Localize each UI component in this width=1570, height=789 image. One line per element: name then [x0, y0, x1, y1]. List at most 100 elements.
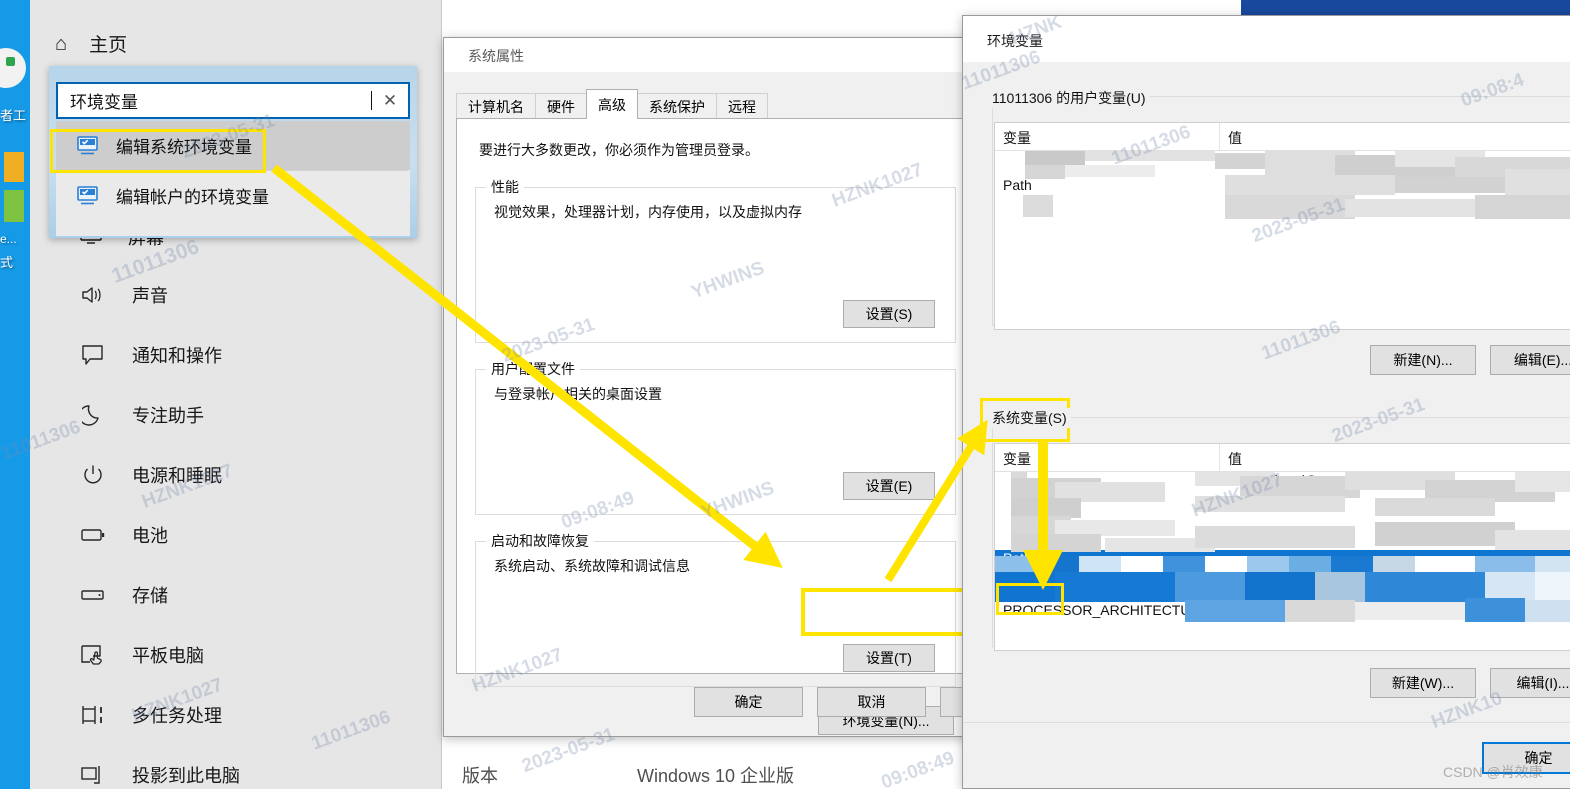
dialog-titlebar[interactable]: 环境变量	[963, 16, 1570, 62]
cell-value	[1220, 498, 1570, 524]
close-icon[interactable]: ✕	[372, 91, 408, 111]
tab-advanced[interactable]: 高级	[586, 89, 638, 119]
user-variables-legend: 11011306 的用户变量(U)	[988, 88, 1150, 108]
search-input[interactable]: 环境变量 ✕	[56, 82, 410, 119]
sidebar-item-projecting[interactable]: 投影到此电脑	[30, 745, 441, 789]
version-label: 版本	[462, 766, 498, 786]
tab-strip: 计算机名 硬件 高级 系统保护 远程	[456, 89, 768, 119]
tab-panel-advanced: 要进行大多数更改，你必须作为管理员登录。 性能 视觉效果，处理器计划，内存使用，…	[456, 118, 975, 735]
desktop-icon-label-3: 式	[0, 255, 14, 270]
group-description: 系统启动、系统故障和调试信息	[494, 558, 690, 574]
sound-icon	[80, 284, 106, 306]
dialog-body: 计算机名 硬件 高级 系统保护 远程 要进行大多数更改，你必须作为管理员登录。 …	[444, 72, 1049, 736]
table-row[interactable]: PATHEXT .BAT;.CMD;...	[995, 576, 1570, 602]
column-header-variable: 变量	[995, 123, 1220, 150]
power-icon	[80, 464, 106, 486]
notification-icon	[80, 344, 106, 366]
search-result-label: 编辑系统环境变量	[116, 138, 252, 157]
sidebar-item-label: 通知和操作	[132, 346, 222, 366]
group-description: 视觉效果，处理器计划，内存使用，以及虚拟内存	[494, 204, 802, 220]
cell-variable	[995, 151, 1220, 177]
column-header-value: 值	[1228, 130, 1242, 146]
tab-remote[interactable]: 远程	[716, 93, 768, 119]
settings-home-label: 主页	[89, 35, 128, 56]
search-result-edit-account-env[interactable]: 编辑帐户的环境变量	[56, 171, 410, 220]
battery-icon	[80, 524, 106, 546]
cell-variable: Path	[1003, 550, 1032, 566]
user-profiles-settings-button[interactable]: 设置(E)	[843, 472, 935, 500]
user-edit-button[interactable]: 编辑(E)...	[1490, 345, 1570, 375]
search-result-edit-system-env[interactable]: 编辑系统环境变量	[56, 121, 410, 170]
system-new-button[interactable]: 新建(W)...	[1370, 668, 1476, 698]
sidebar-item-label: 平板电脑	[132, 646, 204, 666]
multitasking-icon	[80, 704, 106, 726]
table-row[interactable]	[995, 151, 1570, 177]
sidebar-item-storage[interactable]: 存储	[30, 565, 441, 625]
sidebar-item-label: 电源和睡眠	[132, 466, 222, 486]
system-edit-button[interactable]: 编辑(I)...	[1490, 668, 1570, 698]
cell-variable: PROCESSOR_ARCHITECTURE	[1003, 602, 1210, 618]
sidebar-item-label: 投影到此电脑	[132, 766, 240, 786]
table-row[interactable]: C:\Windows\Sys...	[995, 472, 1570, 498]
monitor-settings-icon	[76, 185, 100, 207]
performance-settings-button[interactable]: 设置(S)	[843, 300, 935, 328]
tab-computer-name[interactable]: 计算机名	[456, 93, 536, 119]
table-header: 变量 值	[995, 123, 1570, 151]
desktop-icon-green[interactable]	[4, 190, 24, 222]
monitor-settings-icon	[76, 135, 100, 157]
cell-variable: Path	[1003, 177, 1032, 193]
cancel-button[interactable]: 取消	[817, 687, 926, 717]
projecting-icon	[80, 764, 106, 786]
user-new-button[interactable]: 新建(N)...	[1370, 345, 1476, 375]
sidebar-item-battery[interactable]: 电池	[30, 505, 441, 565]
sidebar-item-power-sleep[interactable]: 电源和睡眠	[30, 445, 441, 505]
tab-system-protection[interactable]: 系统保护	[637, 93, 717, 119]
dialog-title: 系统属性	[468, 48, 524, 64]
moon-icon	[80, 404, 106, 426]
cell-value	[1220, 524, 1570, 550]
version-value: Windows 10 企业版	[637, 766, 795, 786]
table-header: 变量 值	[995, 444, 1570, 472]
group-user-profiles: 用户配置文件 与登录帐户相关的桌面设置 设置(E)	[475, 359, 956, 515]
dialog-titlebar[interactable]: 系统属性	[444, 38, 987, 72]
desktop-icon-label-2: e...	[0, 232, 17, 246]
sidebar-item-tablet[interactable]: 平板电脑	[30, 625, 441, 685]
group-legend: 性能	[486, 177, 524, 197]
sidebar-item-label: 存储	[132, 586, 168, 606]
search-results-list: 编辑系统环境变量 编辑帐户的环境变量	[56, 121, 410, 236]
sidebar-item-multitasking[interactable]: 多任务处理	[30, 685, 441, 745]
tab-hardware[interactable]: 硬件	[535, 93, 587, 119]
system-variables-table[interactable]: 变量 值 C:\Windows\Sys... Path PATHEXT .BAT…	[994, 443, 1570, 651]
table-row[interactable]	[995, 498, 1570, 524]
sidebar-item-label: 电池	[132, 526, 168, 546]
desktop-icon-orange[interactable]	[4, 152, 24, 182]
desktop-icon-badge	[6, 57, 15, 66]
table-row-path-selected[interactable]: Path	[995, 550, 1570, 576]
startup-recovery-settings-button[interactable]: 设置(T)	[843, 644, 935, 672]
system-variables-legend: 系统变量(S)	[988, 408, 1071, 428]
table-row[interactable]: Path	[995, 177, 1570, 203]
home-icon: ⌂	[55, 32, 68, 55]
dialog-footer: 确定 取消 应用(A)	[444, 674, 1049, 736]
settings-search-panel: 环境变量 ✕ 编辑系统环境变量 编辑帐户的环境变量	[49, 66, 417, 238]
search-input-value: 环境变量	[70, 93, 138, 112]
settings-home-link[interactable]: ⌂ 主页	[55, 30, 127, 57]
sidebar-item-label: 声音	[132, 286, 168, 306]
sidebar-item-sound[interactable]: 声音	[30, 265, 441, 325]
env-ok-button[interactable]: 确定	[1482, 742, 1570, 774]
desktop-icon-label-1: 者工	[0, 108, 27, 123]
table-row[interactable]	[995, 524, 1570, 550]
sidebar-item-focus-assist[interactable]: 专注助手	[30, 385, 441, 445]
group-legend: 启动和故障恢复	[486, 531, 594, 551]
sidebar-item-notifications[interactable]: 通知和操作	[30, 325, 441, 385]
sidebar-item-label: 专注助手	[132, 406, 204, 426]
table-row[interactable]: PROCESSOR_ARCHITECTURE AMD64	[995, 602, 1570, 628]
ok-button[interactable]: 确定	[694, 687, 803, 717]
group-description: 与登录帐户相关的桌面设置	[494, 386, 662, 402]
user-variables-table[interactable]: 变量 值 Path	[994, 122, 1570, 330]
cell-variable	[995, 524, 1220, 550]
tablet-icon	[80, 644, 106, 666]
sidebar-item-label: 多任务处理	[132, 706, 222, 726]
settings-sidebar-nav: 声音 通知和操作 专注助手 电源和睡眠 电池 存储 平板电脑 多任务处理 投影到…	[30, 265, 441, 789]
cell-value	[1220, 151, 1570, 177]
